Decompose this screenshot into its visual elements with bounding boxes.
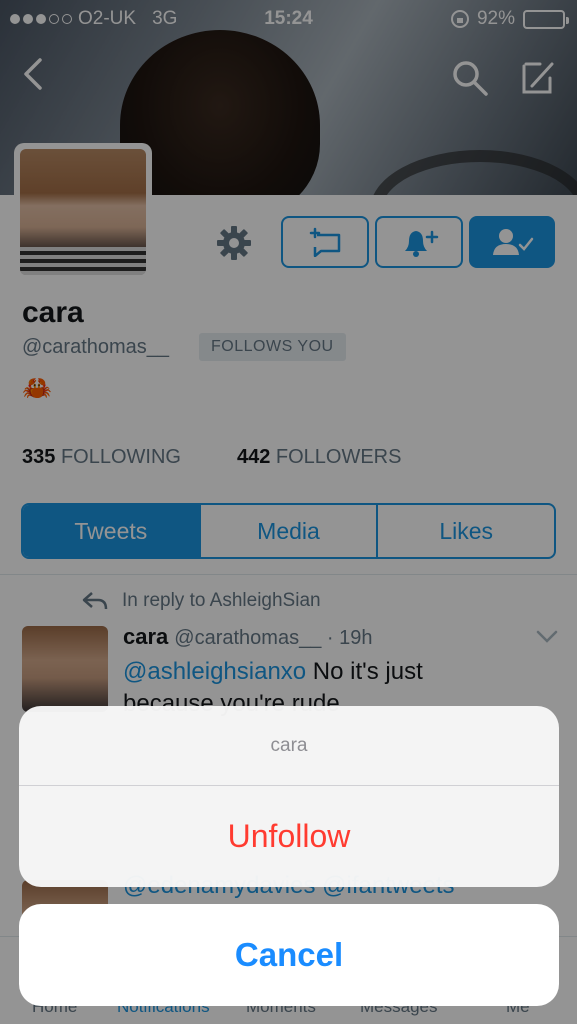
unfollow-button[interactable]: Unfollow [19, 786, 559, 887]
twitter-profile-screen: O2-UK 3G 15:24 92% cara @carathomas__ FO… [0, 0, 577, 1024]
action-sheet: cara Unfollow [19, 706, 559, 887]
action-sheet-title: cara [19, 706, 559, 786]
cancel-button[interactable]: Cancel [19, 904, 559, 1006]
